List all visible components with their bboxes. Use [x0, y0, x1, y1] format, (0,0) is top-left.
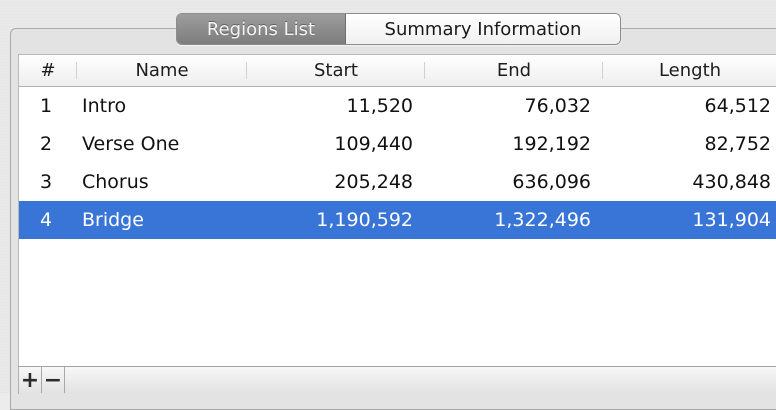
tab-segmented-control: Regions List Summary Information	[176, 13, 621, 45]
table-bottom-bar: + −	[18, 366, 776, 394]
tab-summary-information[interactable]: Summary Information	[346, 14, 620, 44]
cell-end: 1,322,496	[494, 209, 591, 231]
column-header-number[interactable]: #	[19, 55, 77, 86]
cell-name: Chorus	[82, 171, 149, 193]
cell-end: 192,192	[512, 133, 591, 155]
cell-name: Verse One	[82, 133, 180, 155]
cell-length: 131,904	[692, 209, 771, 231]
cell-name: Bridge	[82, 209, 144, 231]
column-header-name[interactable]: Name	[77, 55, 247, 86]
remove-region-button[interactable]: −	[42, 367, 65, 393]
table-row-selected[interactable]: 4 Bridge 1,190,592 1,322,496 131,904	[19, 201, 776, 239]
cell-start: 109,440	[334, 133, 413, 155]
cell-length: 64,512	[704, 95, 771, 117]
cell-number: 1	[40, 95, 53, 117]
column-header-start[interactable]: Start	[247, 55, 425, 86]
table-row[interactable]: 3 Chorus 205,248 636,096 430,848	[19, 163, 776, 201]
table-row[interactable]: 1 Intro 11,520 76,032 64,512	[19, 87, 776, 125]
cell-length: 82,752	[704, 133, 771, 155]
cell-number: 2	[40, 133, 53, 155]
regions-table[interactable]: # Name Start End Length 1 Intro 11,520 7…	[18, 54, 776, 366]
cell-length: 430,848	[692, 171, 771, 193]
tab-regions-list[interactable]: Regions List	[177, 14, 346, 44]
cell-name: Intro	[82, 95, 127, 117]
cell-start: 205,248	[334, 171, 413, 193]
cell-end: 76,032	[524, 95, 591, 117]
table-row[interactable]: 2 Verse One 109,440 192,192 82,752	[19, 125, 776, 163]
table-header: # Name Start End Length	[19, 55, 776, 87]
add-region-button[interactable]: +	[19, 367, 42, 393]
cell-start: 11,520	[346, 95, 413, 117]
column-header-end[interactable]: End	[425, 55, 603, 86]
column-header-length[interactable]: Length	[603, 55, 776, 86]
cell-end: 636,096	[512, 171, 591, 193]
cell-number: 4	[40, 209, 53, 231]
cell-start: 1,190,592	[316, 209, 413, 231]
cell-number: 3	[40, 171, 53, 193]
